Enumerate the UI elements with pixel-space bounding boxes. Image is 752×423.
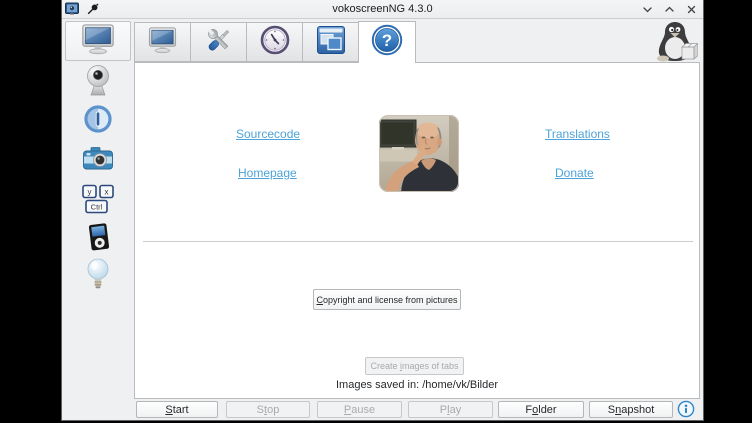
record-pause-icon <box>82 103 114 140</box>
screen-tab-icon <box>147 26 178 59</box>
sidebar-item-screen[interactable] <box>65 21 131 61</box>
pause-button[interactable]: Pause <box>317 401 402 418</box>
help-pane: Sourcecode Homepage Translations Donate <box>134 62 700 399</box>
sidebar-item-record-pause[interactable] <box>62 103 134 140</box>
tab-timer[interactable] <box>246 22 303 62</box>
tools-tab-icon <box>203 24 235 61</box>
divider <box>143 241 693 242</box>
sourcecode-link[interactable]: Sourcecode <box>236 127 300 141</box>
sidebar-item-camera[interactable] <box>62 145 134 178</box>
folder-button[interactable]: Folder <box>498 401 584 418</box>
desktop-background: { "titlebar": { "title": "vokoscreenNG 4… <box>0 0 752 423</box>
sidebar: y x Ctrl <box>62 19 134 420</box>
titlebar: vokoscreenNG 4.3.0 <box>62 0 703 19</box>
sidebar-item-media-player[interactable] <box>62 221 134 258</box>
homepage-link[interactable]: Homepage <box>238 166 297 180</box>
svg-text:?: ? <box>382 31 392 50</box>
webcam-icon <box>82 64 114 102</box>
window-title: vokoscreenNG 4.3.0 <box>62 3 703 15</box>
lamp-icon <box>84 258 112 296</box>
developer-photo <box>379 115 459 192</box>
windows-tab-icon <box>315 24 347 61</box>
svg-text:Ctrl: Ctrl <box>91 203 103 212</box>
main-area: ? Sourcecode <box>134 19 703 420</box>
stop-button[interactable]: Stop <box>226 401 310 418</box>
window-controls <box>640 2 699 17</box>
images-saved-path: Images saved in: /home/vk/Bilder <box>135 379 699 391</box>
svg-text:y: y <box>88 188 92 197</box>
shade-button[interactable] <box>640 2 655 17</box>
create-images-button[interactable]: Create images of tabs <box>365 357 464 375</box>
screen-icon <box>80 23 116 60</box>
info-icon[interactable] <box>677 400 695 418</box>
play-button[interactable]: Play <box>408 401 493 418</box>
sidebar-item-lamp[interactable] <box>62 258 134 296</box>
tux-linux-logo <box>652 20 698 67</box>
donate-link[interactable]: Donate <box>555 166 594 180</box>
svg-text:x: x <box>105 188 109 197</box>
tab-screen[interactable] <box>134 22 191 62</box>
tab-windows[interactable] <box>302 22 359 62</box>
app-window: vokoscreenNG 4.3.0 <box>62 0 703 420</box>
camera-icon <box>82 145 114 178</box>
close-button[interactable] <box>684 2 699 17</box>
timer-tab-icon <box>259 24 291 61</box>
media-player-icon <box>83 221 113 258</box>
copyright-button[interactable]: Copyright and license from pictures <box>313 289 461 310</box>
translations-link[interactable]: Translations <box>545 127 610 141</box>
hotkeys-icon: y x Ctrl <box>81 184 115 221</box>
bottom-bar: Start Stop Pause Play Folder Snapshot <box>134 399 703 420</box>
unshade-button[interactable] <box>662 2 677 17</box>
sidebar-item-webcam[interactable] <box>62 64 134 102</box>
tab-tools[interactable] <box>190 22 247 62</box>
tab-help[interactable]: ? <box>358 21 416 63</box>
start-button[interactable]: Start <box>136 401 218 418</box>
snapshot-button[interactable]: Snapshot <box>589 401 673 418</box>
help-tab-icon: ? <box>370 23 404 62</box>
sidebar-item-hotkeys[interactable]: y x Ctrl <box>62 184 134 221</box>
